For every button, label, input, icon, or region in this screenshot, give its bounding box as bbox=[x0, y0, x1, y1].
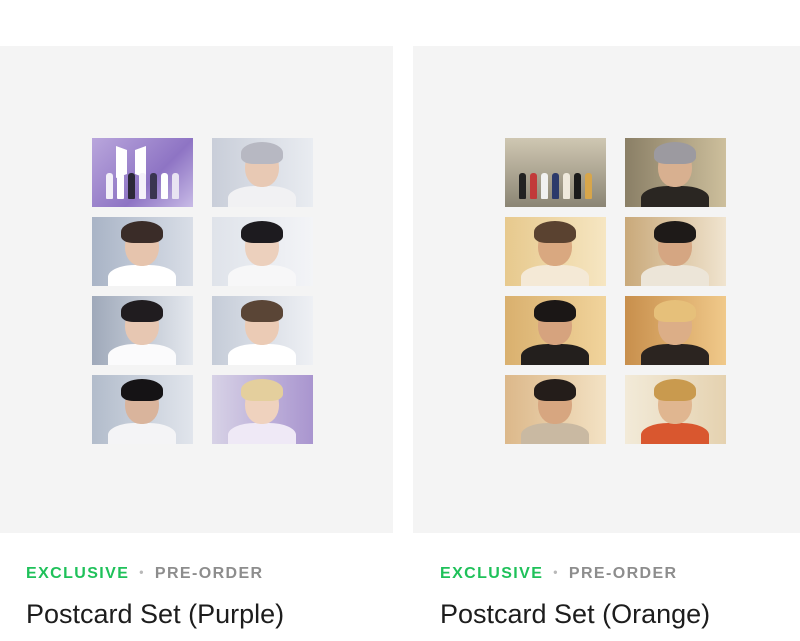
product-title[interactable]: Postcard Set (Purple) bbox=[26, 599, 284, 630]
postcard-group-photo bbox=[92, 138, 193, 207]
postcard-member-photo bbox=[212, 296, 313, 365]
product-title[interactable]: Postcard Set (Orange) bbox=[440, 599, 710, 630]
postcard-member-photo bbox=[625, 138, 726, 207]
postcard-member-photo bbox=[92, 375, 193, 444]
postcard-member-photo bbox=[505, 375, 606, 444]
product-tags: EXCLUSIVE • PRE-ORDER bbox=[440, 565, 678, 583]
postcard-member-photo bbox=[625, 296, 726, 365]
product-card-purple[interactable]: EXCLUSIVE • PRE-ORDER Postcard Set (Purple… bbox=[0, 46, 393, 641]
postcard-grid bbox=[505, 138, 726, 444]
postcard-member-photo bbox=[505, 217, 606, 286]
product-image-purple[interactable] bbox=[0, 46, 393, 533]
postcard-member-photo bbox=[505, 296, 606, 365]
postcard-member-photo bbox=[92, 217, 193, 286]
product-image-orange[interactable] bbox=[413, 46, 800, 533]
postcard-member-photo bbox=[625, 375, 726, 444]
postcard-member-photo bbox=[212, 217, 313, 286]
preorder-status: PRE-ORDER bbox=[154, 565, 264, 582]
postcard-member-photo bbox=[212, 375, 313, 444]
tag-separator: • bbox=[553, 565, 559, 579]
product-card-orange[interactable]: EXCLUSIVE • PRE-ORDER Postcard Set (Orange… bbox=[413, 46, 800, 641]
postcard-grid bbox=[92, 138, 313, 444]
postcard-member-photo bbox=[212, 138, 313, 207]
tag-separator: • bbox=[139, 565, 145, 579]
preorder-status: PRE-ORDER bbox=[568, 565, 678, 582]
product-tags: EXCLUSIVE • PRE-ORDER bbox=[26, 565, 264, 583]
postcard-member-photo bbox=[92, 296, 193, 365]
exclusive-badge: EXCLUSIVE bbox=[26, 565, 130, 582]
postcard-group-photo bbox=[505, 138, 606, 207]
exclusive-badge: EXCLUSIVE bbox=[440, 565, 544, 582]
postcard-member-photo bbox=[625, 217, 726, 286]
